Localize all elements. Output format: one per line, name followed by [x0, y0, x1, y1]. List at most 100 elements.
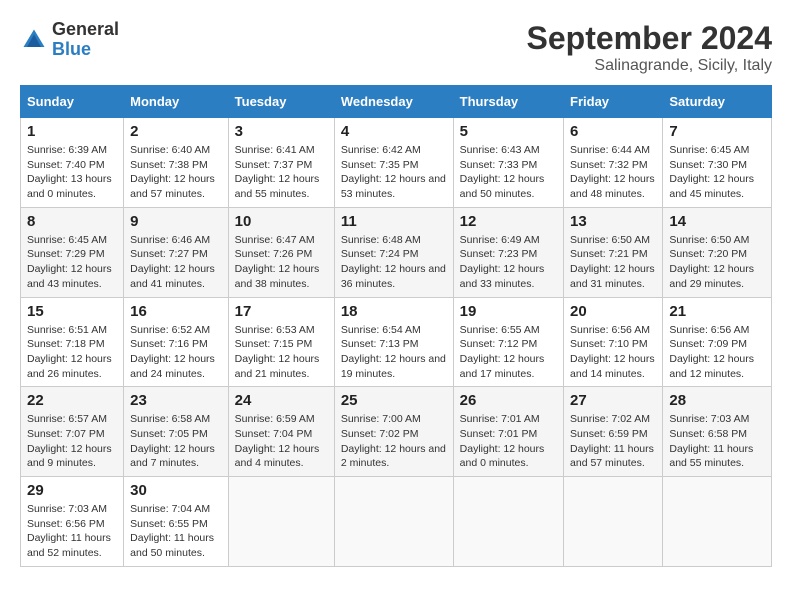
day-cell-29: 29Sunrise: 7:03 AMSunset: 6:56 PMDayligh…: [21, 477, 124, 567]
day-number: 19: [460, 303, 557, 320]
day-number: 2: [130, 123, 222, 140]
day-info: Sunrise: 6:41 AMSunset: 7:37 PMDaylight:…: [235, 143, 328, 202]
day-info: Sunrise: 6:51 AMSunset: 7:18 PMDaylight:…: [27, 323, 117, 382]
day-number: 15: [27, 303, 117, 320]
header-thursday: Thursday: [453, 86, 563, 118]
day-cell-30: 30 Sunrise: 7:04 AMSunset: 6:55 PMDayligh…: [124, 477, 229, 567]
day-number: 20: [570, 303, 656, 320]
day-number: 14: [669, 213, 765, 230]
calendar-week-3: 15 Sunrise: 6:51 AMSunset: 7:18 PMDayligh…: [21, 297, 772, 387]
day-number: 12: [460, 213, 557, 230]
day-cell-12: 12 Sunrise: 6:49 AMSunset: 7:23 PMDayligh…: [453, 207, 563, 297]
day-cell-17: 17 Sunrise: 6:53 AMSunset: 7:15 PMDayligh…: [228, 297, 334, 387]
day-number: 23: [130, 392, 222, 409]
day-cell-20: 20 Sunrise: 6:56 AMSunset: 7:10 PMDayligh…: [564, 297, 663, 387]
day-cell-1: 1 Sunrise: 6:39 AMSunset: 7:40 PMDaylight…: [21, 118, 124, 208]
empty-cell: [228, 477, 334, 567]
day-info: Sunrise: 6:49 AMSunset: 7:23 PMDaylight:…: [460, 233, 557, 292]
day-cell-16: 16Sunrise: 6:52 AMSunset: 7:16 PMDayligh…: [124, 297, 229, 387]
day-info: Sunrise: 7:02 AMSunset: 6:59 PMDaylight:…: [570, 412, 656, 471]
logo-text: General Blue: [52, 20, 119, 60]
day-cell-2: 2 Sunrise: 6:40 AMSunset: 7:38 PMDaylight…: [124, 118, 229, 208]
day-number: 27: [570, 392, 656, 409]
day-cell-19: 19 Sunrise: 6:55 AMSunset: 7:12 PMDayligh…: [453, 297, 563, 387]
title-block: September 2024 Salinagrande, Sicily, Ita…: [527, 20, 772, 75]
day-number: 4: [341, 123, 447, 140]
day-info: Sunrise: 6:47 AMSunset: 7:26 PMDaylight:…: [235, 233, 328, 292]
day-cell-25: 25 Sunrise: 7:00 AMSunset: 7:02 PMDayligh…: [334, 387, 453, 477]
day-number: 21: [669, 303, 765, 320]
day-number: 22: [27, 392, 117, 409]
header-monday: Monday: [124, 86, 229, 118]
day-info: Sunrise: 6:45 AMSunset: 7:30 PMDaylight:…: [669, 143, 765, 202]
day-info: Sunrise: 6:39 AMSunset: 7:40 PMDaylight:…: [27, 143, 117, 202]
calendar-week-1: 1 Sunrise: 6:39 AMSunset: 7:40 PMDaylight…: [21, 118, 772, 208]
day-info: Sunrise: 6:59 AMSunset: 7:04 PMDaylight:…: [235, 412, 328, 471]
day-cell-14: 14 Sunrise: 6:50 AMSunset: 7:20 PMDayligh…: [663, 207, 772, 297]
page-header: General Blue September 2024 Salinagrande…: [20, 20, 772, 75]
day-cell-28: 28 Sunrise: 7:03 AMSunset: 6:58 PMDayligh…: [663, 387, 772, 477]
header-wednesday: Wednesday: [334, 86, 453, 118]
empty-cell: [564, 477, 663, 567]
day-number: 10: [235, 213, 328, 230]
day-number: 7: [669, 123, 765, 140]
header-sunday: Sunday: [21, 86, 124, 118]
day-number: 5: [460, 123, 557, 140]
day-number: 1: [27, 123, 117, 140]
day-info: Sunrise: 6:58 AMSunset: 7:05 PMDaylight:…: [130, 412, 222, 471]
day-cell-5: 5 Sunrise: 6:43 AMSunset: 7:33 PMDaylight…: [453, 118, 563, 208]
day-cell-8: 8 Sunrise: 6:45 AMSunset: 7:29 PMDaylight…: [21, 207, 124, 297]
day-info: Sunrise: 6:55 AMSunset: 7:12 PMDaylight:…: [460, 323, 557, 382]
day-info: Sunrise: 6:50 AMSunset: 7:21 PMDaylight:…: [570, 233, 656, 292]
day-info: Sunrise: 6:46 AMSunset: 7:27 PMDaylight:…: [130, 233, 222, 292]
day-number: 17: [235, 303, 328, 320]
day-cell-22: 22 Sunrise: 6:57 AMSunset: 7:07 PMDayligh…: [21, 387, 124, 477]
day-cell-13: 13Sunrise: 6:50 AMSunset: 7:21 PMDayligh…: [564, 207, 663, 297]
day-cell-11: 11Sunrise: 6:48 AMSunset: 7:24 PMDayligh…: [334, 207, 453, 297]
day-info: Sunrise: 6:48 AMSunset: 7:24 PMDaylight:…: [341, 233, 447, 292]
day-number: 3: [235, 123, 328, 140]
logo-blue: Blue: [52, 39, 91, 59]
day-number: 28: [669, 392, 765, 409]
day-cell-10: 10 Sunrise: 6:47 AMSunset: 7:26 PMDayligh…: [228, 207, 334, 297]
day-info: Sunrise: 7:00 AMSunset: 7:02 PMDaylight:…: [341, 412, 447, 471]
empty-cell: [453, 477, 563, 567]
day-number: 6: [570, 123, 656, 140]
day-info: Sunrise: 6:50 AMSunset: 7:20 PMDaylight:…: [669, 233, 765, 292]
day-info: Sunrise: 6:56 AMSunset: 7:10 PMDaylight:…: [570, 323, 656, 382]
day-info: Sunrise: 6:43 AMSunset: 7:33 PMDaylight:…: [460, 143, 557, 202]
day-info: Sunrise: 7:03 AMSunset: 6:58 PMDaylight:…: [669, 412, 765, 471]
day-cell-24: 24Sunrise: 6:59 AMSunset: 7:04 PMDayligh…: [228, 387, 334, 477]
calendar-table: SundayMondayTuesdayWednesdayThursdayFrid…: [20, 85, 772, 567]
empty-cell: [334, 477, 453, 567]
day-number: 30: [130, 482, 222, 499]
day-info: Sunrise: 6:45 AMSunset: 7:29 PMDaylight:…: [27, 233, 117, 292]
location-subtitle: Salinagrande, Sicily, Italy: [527, 57, 772, 75]
day-info: Sunrise: 6:44 AMSunset: 7:32 PMDaylight:…: [570, 143, 656, 202]
day-number: 8: [27, 213, 117, 230]
calendar-week-2: 8 Sunrise: 6:45 AMSunset: 7:29 PMDaylight…: [21, 207, 772, 297]
logo-icon: [20, 26, 48, 54]
day-info: Sunrise: 6:40 AMSunset: 7:38 PMDaylight:…: [130, 143, 222, 202]
month-title: September 2024: [527, 20, 772, 57]
day-cell-4: 4 Sunrise: 6:42 AMSunset: 7:35 PMDaylight…: [334, 118, 453, 208]
day-info: Sunrise: 6:54 AMSunset: 7:13 PMDaylight:…: [341, 323, 447, 382]
logo-general: General: [52, 19, 119, 39]
day-info: Sunrise: 6:57 AMSunset: 7:07 PMDaylight:…: [27, 412, 117, 471]
day-info: Sunrise: 6:53 AMSunset: 7:15 PMDaylight:…: [235, 323, 328, 382]
day-cell-3: 3 Sunrise: 6:41 AMSunset: 7:37 PMDaylight…: [228, 118, 334, 208]
day-cell-26: 26Sunrise: 7:01 AMSunset: 7:01 PMDayligh…: [453, 387, 563, 477]
day-info: Sunrise: 6:56 AMSunset: 7:09 PMDaylight:…: [669, 323, 765, 382]
day-number: 16: [130, 303, 222, 320]
day-cell-9: 9Sunrise: 6:46 AMSunset: 7:27 PMDaylight…: [124, 207, 229, 297]
day-info: Sunrise: 7:04 AMSunset: 6:55 PMDaylight:…: [130, 502, 222, 561]
day-info: Sunrise: 7:03 AMSunset: 6:56 PMDaylight:…: [27, 502, 117, 561]
day-number: 25: [341, 392, 447, 409]
calendar-week-5: 29Sunrise: 7:03 AMSunset: 6:56 PMDayligh…: [21, 477, 772, 567]
day-cell-21: 21 Sunrise: 6:56 AMSunset: 7:09 PMDayligh…: [663, 297, 772, 387]
day-info: Sunrise: 6:42 AMSunset: 7:35 PMDaylight:…: [341, 143, 447, 202]
day-cell-6: 6 Sunrise: 6:44 AMSunset: 7:32 PMDaylight…: [564, 118, 663, 208]
header-saturday: Saturday: [663, 86, 772, 118]
day-cell-23: 23 Sunrise: 6:58 AMSunset: 7:05 PMDayligh…: [124, 387, 229, 477]
day-cell-7: 7 Sunrise: 6:45 AMSunset: 7:30 PMDaylight…: [663, 118, 772, 208]
